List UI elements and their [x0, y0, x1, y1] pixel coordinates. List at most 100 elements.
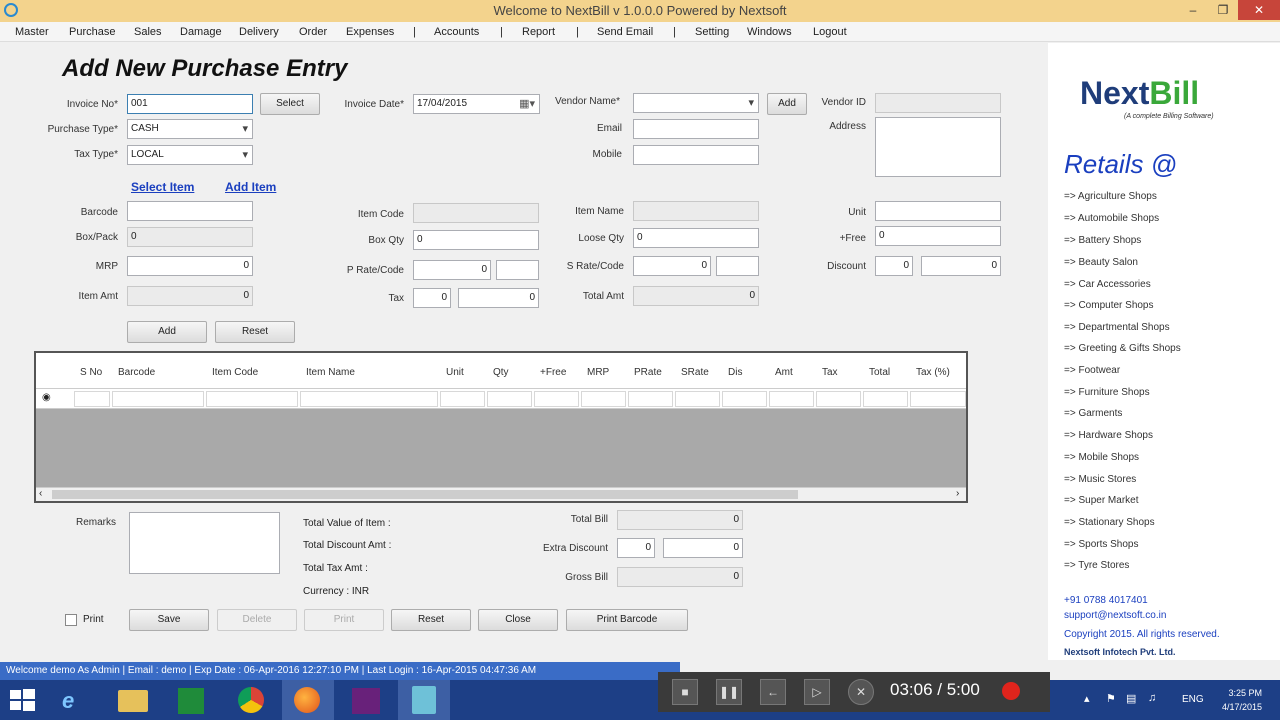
table-row[interactable]: ◉ — [36, 389, 966, 409]
grid-cell[interactable] — [487, 391, 532, 407]
windows-start-icon[interactable] — [10, 689, 36, 711]
file-explorer-icon[interactable] — [118, 690, 148, 712]
grid-cell[interactable] — [112, 391, 204, 407]
calendar-icon[interactable]: ▦▾ — [519, 97, 535, 110]
grid-col-tax[interactable]: Tax — [822, 367, 838, 378]
grid-cell[interactable] — [675, 391, 720, 407]
discount-amt-input[interactable]: 0 — [921, 256, 1001, 276]
grid-col-free[interactable]: +Free — [540, 367, 566, 378]
extra-discount-amt-input[interactable]: 0 — [663, 538, 743, 558]
grid-col-qty[interactable]: Qty — [493, 367, 509, 378]
menu-send-email[interactable]: Send Email — [597, 26, 653, 38]
tax-amt-input[interactable]: 0 — [458, 288, 539, 308]
scroll-left-icon[interactable]: ‹ — [39, 488, 42, 499]
grid-cell[interactable] — [722, 391, 767, 407]
menu-expenses[interactable]: Expenses — [346, 26, 394, 38]
reset-button[interactable]: Reset — [391, 609, 471, 631]
chrome-icon[interactable] — [238, 687, 264, 713]
firefox-taskbar-button[interactable] — [282, 680, 334, 720]
grid-col-item-name[interactable]: Item Name — [306, 367, 355, 378]
grid-cell[interactable] — [74, 391, 110, 407]
p-rate-input[interactable]: 0 — [413, 260, 491, 280]
close-icon[interactable]: ✕ — [1238, 0, 1280, 20]
minimize-icon[interactable]: – — [1178, 0, 1208, 20]
grid-col-tax-pct[interactable]: Tax (%) — [916, 367, 950, 378]
rewind-icon[interactable]: ← — [760, 679, 786, 705]
menu-order[interactable]: Order — [299, 26, 327, 38]
menu-report[interactable]: Report — [522, 26, 555, 38]
p-rate-code-input[interactable] — [496, 260, 539, 280]
visual-studio-icon[interactable] — [352, 688, 380, 714]
grid-cell[interactable] — [440, 391, 485, 407]
add-item-link[interactable]: Add Item — [225, 180, 276, 194]
add-line-button[interactable]: Add — [127, 321, 207, 343]
pause-icon[interactable]: ❚❚ — [716, 679, 742, 705]
discount-pct-input[interactable]: 0 — [875, 256, 913, 276]
grid-col-mrp[interactable]: MRP — [587, 367, 609, 378]
loose-qty-input[interactable]: 0 — [633, 228, 759, 248]
stop-icon[interactable]: ■ — [672, 679, 698, 705]
tray-chevron-icon[interactable]: ▴ — [1084, 692, 1090, 705]
reset-line-button[interactable]: Reset — [215, 321, 295, 343]
s-rate-input[interactable]: 0 — [633, 256, 711, 276]
grid-col-unit[interactable]: Unit — [446, 367, 464, 378]
record-icon[interactable] — [1002, 682, 1020, 700]
extra-discount-pct-input[interactable]: 0 — [617, 538, 655, 558]
clock-date[interactable]: 4/17/2015 — [1214, 702, 1262, 712]
scroll-thumb[interactable] — [52, 490, 798, 499]
email-input[interactable] — [633, 119, 759, 139]
language-indicator[interactable]: ENG — [1182, 694, 1204, 705]
grid-col-total[interactable]: Total — [869, 367, 890, 378]
purchase-type-select[interactable]: CASH — [127, 119, 253, 139]
restore-icon[interactable]: ❐ — [1208, 0, 1238, 20]
print-button[interactable]: Print — [304, 609, 384, 631]
grid-cell[interactable] — [534, 391, 579, 407]
menu-sales[interactable]: Sales — [134, 26, 162, 38]
nextbill-taskbar-button[interactable] — [398, 680, 450, 720]
free-input[interactable]: 0 — [875, 226, 1001, 246]
grid-col-barcode[interactable]: Barcode — [118, 367, 155, 378]
tray-network-icon[interactable]: ▤ — [1126, 692, 1136, 705]
barcode-input[interactable] — [127, 201, 253, 221]
grid-cell[interactable] — [863, 391, 908, 407]
menu-windows[interactable]: Windows — [747, 26, 792, 38]
grid-cell[interactable] — [816, 391, 861, 407]
grid-col-prate[interactable]: PRate — [634, 367, 662, 378]
invoice-date-picker[interactable]: 17/04/2015 ▦▾ — [413, 94, 540, 114]
tray-volume-icon[interactable]: ♫ — [1148, 692, 1156, 704]
tax-pct-input[interactable]: 0 — [413, 288, 451, 308]
menu-setting[interactable]: Setting — [695, 26, 729, 38]
horizontal-scrollbar[interactable]: ‹ › — [36, 487, 966, 501]
select-invoice-button[interactable]: Select — [260, 93, 320, 115]
mobile-input[interactable] — [633, 145, 759, 165]
grid-cell[interactable] — [581, 391, 626, 407]
grid-cell[interactable] — [300, 391, 438, 407]
print-checkbox[interactable] — [65, 614, 77, 626]
mrp-input[interactable]: 0 — [127, 256, 253, 276]
unit-input[interactable] — [875, 201, 1001, 221]
delete-button[interactable]: Delete — [217, 609, 297, 631]
menu-master[interactable]: Master — [15, 26, 49, 38]
grid-cell[interactable] — [628, 391, 673, 407]
clock-time[interactable]: 3:25 PM — [1218, 688, 1262, 698]
menu-delivery[interactable]: Delivery — [239, 26, 279, 38]
print-barcode-button[interactable]: Print Barcode — [566, 609, 688, 631]
menu-logout[interactable]: Logout — [813, 26, 847, 38]
close-button[interactable]: Close — [478, 609, 558, 631]
grid-col-dis[interactable]: Dis — [728, 367, 742, 378]
grid-col-sno[interactable]: S No — [80, 367, 102, 378]
s-rate-code-input[interactable] — [716, 256, 759, 276]
menu-purchase[interactable]: Purchase — [69, 26, 115, 38]
grid-cell[interactable] — [769, 391, 814, 407]
scroll-right-icon[interactable]: › — [956, 488, 959, 499]
volume-icon[interactable]: ▷ — [804, 679, 830, 705]
invoice-no-input[interactable]: 001 — [127, 94, 253, 114]
ie-icon[interactable]: e — [62, 688, 74, 714]
box-qty-input[interactable]: 0 — [413, 230, 539, 250]
grid-cell[interactable] — [910, 391, 966, 407]
grid-col-item-code[interactable]: Item Code — [212, 367, 258, 378]
grid-col-srate[interactable]: SRate — [681, 367, 709, 378]
grid-col-amt[interactable]: Amt — [775, 367, 793, 378]
contact-email[interactable]: support@nextsoft.co.in — [1064, 610, 1166, 621]
menu-accounts[interactable]: Accounts — [434, 26, 479, 38]
